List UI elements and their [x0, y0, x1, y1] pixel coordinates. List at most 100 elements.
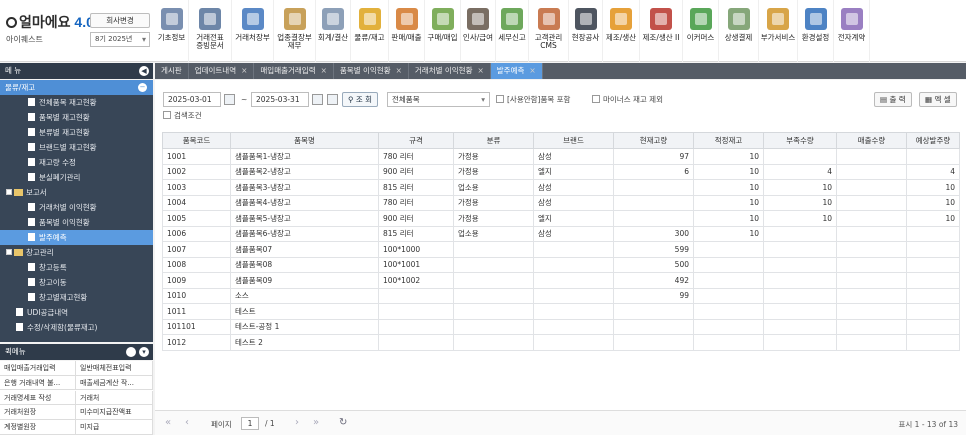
item-filter-select[interactable]: 전체품목 ▾ — [387, 92, 490, 107]
print-button[interactable]: ▤ 출 력 — [874, 92, 912, 107]
change-company-button[interactable]: 회사변경 — [90, 13, 150, 28]
menu-item[interactable]: 환경설정 — [798, 0, 834, 62]
menu-item[interactable]: 고객관리 CMS — [529, 0, 569, 62]
sidebar-item[interactable]: 발주예측 — [0, 230, 153, 245]
quick-menu-item[interactable]: 미지급 — [76, 420, 153, 435]
fiscal-year-select[interactable]: 8기 2025년 — [90, 32, 150, 47]
column-header[interactable]: 브랜드 — [533, 132, 614, 149]
sidebar-item[interactable]: 품목별 이익현황 — [0, 215, 153, 230]
menu-item[interactable]: 전자계약 — [834, 0, 870, 62]
menu-item[interactable]: 구매/매입 — [425, 0, 461, 62]
prev-page-icon[interactable]: ‹ — [185, 417, 189, 428]
tab[interactable]: 발주예측 × — [490, 63, 543, 79]
column-header[interactable]: 매출수량 — [836, 132, 907, 149]
sidebar-item[interactable]: 거래처별 이익현황 — [0, 200, 153, 215]
column-header[interactable]: 적정재고 — [693, 132, 764, 149]
table-row[interactable]: 1004 샘플품목4-냉장고 780 리터 가정용 삼성 10 10 10 — [162, 194, 960, 211]
menu-item[interactable]: 물류/재고 — [351, 0, 389, 62]
next-page-icon[interactable]: › — [295, 417, 299, 428]
table-row[interactable]: 1001 샘플품목1-냉장고 780 리터 가정용 삼성 97 10 — [162, 148, 960, 165]
checkbox-icon[interactable] — [496, 95, 504, 103]
sidebar-item[interactable]: 보고서 — [0, 185, 153, 200]
close-icon[interactable]: × — [241, 66, 247, 75]
menu-item[interactable]: 거래처장부 — [232, 0, 274, 62]
menu-item[interactable]: 현장공사 — [569, 0, 603, 62]
exclude-minus-stock-checkbox[interactable]: 마이너스 재고 제외 — [592, 92, 663, 107]
quick-menu-item[interactable]: 미수미지급잔액표 — [76, 405, 153, 420]
sidebar-item[interactable]: UDI공급내역 — [0, 305, 153, 320]
gear-icon[interactable] — [126, 347, 136, 357]
sidebar-item[interactable]: 브랜드별 재고현황 — [0, 140, 153, 155]
table-row[interactable]: 1005 샘플품목5-냉장고 900 리터 가정용 엘지 10 10 10 — [162, 210, 960, 227]
table-row[interactable]: 1007 샘플품목07 100*1000 599 — [162, 241, 960, 258]
column-header[interactable]: 현재고량 — [613, 132, 694, 149]
page-input[interactable]: 1 — [241, 417, 259, 430]
tab[interactable]: 매입매출거래입력 × — [254, 63, 334, 79]
menu-item[interactable]: 인사/급여 — [461, 0, 496, 62]
sidebar-item[interactable]: 창고별재고현황 — [0, 290, 153, 305]
close-icon[interactable]: × — [396, 66, 402, 75]
tab[interactable]: 업데이트내역 × — [189, 63, 255, 79]
close-icon[interactable]: × — [321, 66, 327, 75]
sidebar-item[interactable]: 전체품목 재고현황 — [0, 95, 153, 110]
checkbox-icon[interactable] — [592, 95, 600, 103]
tab[interactable]: 게시판 — [155, 63, 189, 79]
table-row[interactable]: 1003 샘플품목3-냉장고 815 리터 업소용 삼성 10 10 10 — [162, 179, 960, 196]
sidebar-item[interactable]: 창고이동 — [0, 275, 153, 290]
table-row[interactable]: 1010 소스 99 — [162, 287, 960, 304]
table-row[interactable]: 1011 테스트 — [162, 303, 960, 320]
table-row[interactable]: 1009 샘플품목09 100*1002 492 — [162, 272, 960, 289]
sidebar-section-header[interactable]: 물류/재고 − — [0, 80, 153, 95]
menu-item[interactable]: 기초정보 — [155, 0, 189, 62]
calendar-icon[interactable] — [312, 94, 323, 105]
sidebar-item[interactable]: 창고관리 — [0, 245, 153, 260]
quick-menu-item[interactable]: 거래처 — [76, 390, 153, 406]
search-button[interactable]: ⚲ 조 회 — [342, 92, 379, 107]
menu-item[interactable]: 제조/생산 II — [640, 0, 683, 62]
sidebar-item[interactable]: 품목별 재고현황 — [0, 110, 153, 125]
column-header[interactable]: 부족수량 — [763, 132, 837, 149]
sidebar-item[interactable]: 분실폐기관리 — [0, 170, 153, 185]
calendar-icon[interactable] — [224, 94, 235, 105]
column-header[interactable]: 규격 — [378, 132, 454, 149]
expand-icon[interactable] — [6, 189, 12, 195]
collapse-icon[interactable]: − — [138, 83, 147, 92]
table-row[interactable]: 1006 샘플품목6-냉장고 815 리터 업소용 삼성 300 10 — [162, 225, 960, 242]
quick-menu-item[interactable]: 매입매출거래입력 — [0, 361, 76, 376]
close-icon[interactable]: × — [477, 66, 483, 75]
menu-item[interactable]: 상생결제 — [719, 0, 759, 62]
excel-button[interactable]: ▦ 엑 셀 — [919, 92, 957, 107]
tab[interactable]: 거래처별 이익현황 × — [409, 63, 491, 79]
menu-item[interactable]: 부가서비스 — [759, 0, 798, 62]
menu-item[interactable]: 이커머스 — [683, 0, 719, 62]
include-unused-checkbox[interactable]: [사용안함]품목 포함 — [496, 92, 570, 107]
quick-menu-item[interactable]: 거래처원장 — [0, 405, 76, 420]
column-header[interactable]: 예상발주량 — [906, 132, 960, 149]
date-from-input[interactable]: 2025-03-01 — [163, 92, 221, 107]
menu-item[interactable]: 제조/생산 — [603, 0, 640, 62]
close-icon[interactable]: × — [529, 66, 535, 75]
tab[interactable]: 품목별 이익현황 × — [334, 63, 409, 79]
sidebar-item[interactable]: 분류별 재고현황 — [0, 125, 153, 140]
menu-item[interactable]: 거래전표 증빙문서 — [189, 0, 232, 62]
expand-icon[interactable] — [6, 249, 12, 255]
quick-menu-item[interactable]: 은행 거래내역 불... — [0, 375, 76, 391]
menu-item[interactable]: 업종결장부 재무 — [274, 0, 316, 62]
table-row[interactable]: 1012 테스트 2 — [162, 334, 960, 351]
search-condition-toggle[interactable]: 검색조건 — [163, 108, 202, 123]
sidebar-close-icon[interactable]: ◀ — [139, 66, 149, 76]
table-row[interactable]: 1002 샘플품목2-냉장고 900 리터 가정용 엘지 6 10 4 4 — [162, 163, 960, 180]
date-range-icon[interactable] — [327, 94, 338, 105]
column-header[interactable]: 분류 — [453, 132, 534, 149]
column-header[interactable]: 품목코드 — [162, 132, 231, 149]
quick-menu-item[interactable]: 일반매체전표입력 — [76, 361, 153, 376]
menu-item[interactable]: 판매/매출 — [389, 0, 425, 62]
menu-item[interactable]: 회계/결산 — [316, 0, 351, 62]
menu-item[interactable]: 세무신고 — [496, 0, 529, 62]
date-to-input[interactable]: 2025-03-31 — [251, 92, 309, 107]
table-row[interactable]: 101101 테스트-공정 1 — [162, 318, 960, 335]
column-header[interactable]: 품목명 — [230, 132, 379, 149]
quick-menu-item[interactable]: 거래명세표 작성 — [0, 390, 76, 406]
table-row[interactable]: 1008 샘플품목08 100*1001 500 — [162, 256, 960, 273]
quick-menu-item[interactable]: 매출세금계산 작... — [76, 375, 153, 391]
